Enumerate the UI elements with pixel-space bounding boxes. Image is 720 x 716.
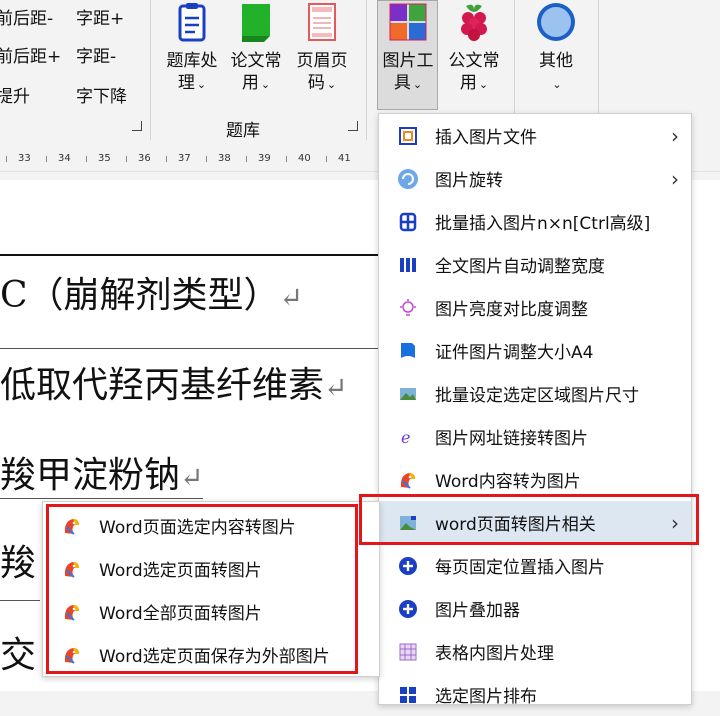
menu-item-insert-image[interactable]: 插入图片文件 › [379, 114, 691, 157]
menu-item-overlay[interactable]: 图片叠加器 [379, 587, 691, 630]
header-page-icon [308, 3, 336, 41]
menu-item-brightness[interactable]: 图片亮度对比度调整 [379, 286, 691, 329]
table-border [0, 600, 40, 601]
yemei-label2: 码 [307, 73, 325, 93]
highlight-box-submenu [46, 504, 358, 674]
yemei-button[interactable]: 页眉页 码 ⌄ [290, 0, 354, 96]
raspberry-icon [461, 4, 487, 41]
ruler-number: 41 [338, 153, 351, 164]
plus-circle-icon [397, 555, 419, 577]
circle-icon [537, 3, 575, 41]
id-photo-icon [397, 340, 419, 362]
auto-width-icon [397, 254, 419, 276]
menu-item-label: 插入图片文件 [435, 128, 537, 148]
menu-item-id-photo[interactable]: 证件图片调整大小A4 [379, 329, 691, 372]
url-image-icon: e [397, 426, 419, 448]
menu-item-batch-size[interactable]: 批量设定选定区域图片尺寸 [379, 372, 691, 415]
menu-item-label: Word内容转为图片 [435, 472, 581, 492]
ruler-number: 39 [258, 153, 271, 164]
front-spacing-decrease-button[interactable]: 前后距- [0, 4, 53, 29]
insert-image-icon [397, 125, 419, 147]
char-spacing-decrease-button[interactable]: 字距- [76, 42, 116, 67]
menu-item-arrange[interactable]: 选定图片排布 [379, 673, 691, 716]
lunwen-label2: 用 [241, 73, 259, 93]
chevron-down-icon: ⌄ [196, 78, 207, 91]
front-spacing-increase-button[interactable]: 前后距+ [0, 42, 61, 67]
menu-item-rotate[interactable]: 图片旋转 › [379, 157, 691, 200]
gongwen-label2: 用 [459, 73, 477, 93]
doc-line-5: 交 [0, 635, 37, 676]
chevron-down-icon: ⌄ [260, 78, 271, 91]
menu-item-label: 图片叠加器 [435, 601, 520, 621]
highlight-box-menu-item [359, 494, 699, 545]
menu-item-label: 图片网址链接转图片 [435, 429, 588, 449]
menu-item-label: 表格内图片处理 [435, 644, 554, 664]
ruler-number: 33 [18, 153, 31, 164]
tiku-label: 题库处 [166, 51, 218, 71]
menu-item-auto-width[interactable]: 全文图片自动调整宽度 [379, 243, 691, 286]
menu-item-label: 批量设定选定区域图片尺寸 [435, 386, 639, 406]
char-lower-button[interactable]: 字下降 [76, 82, 127, 107]
menu-item-batch-insert[interactable]: 批量插入图片n×n[Ctrl高级] [379, 200, 691, 243]
tupian-label2: 具 [393, 73, 411, 93]
rotate-icon [397, 168, 419, 190]
table-border [0, 348, 378, 349]
ruler-number: 35 [98, 153, 111, 164]
ruler-number: 40 [298, 153, 311, 164]
menu-item-fixed-insert[interactable]: 每页固定位置插入图片 [379, 544, 691, 587]
menu-item-label: 每页固定位置插入图片 [435, 558, 605, 578]
ruler-number: 34 [58, 153, 71, 164]
other-label: 其他 [539, 51, 573, 71]
image-size-icon [397, 383, 419, 405]
menu-item-table-image[interactable]: 表格内图片处理 [379, 630, 691, 673]
grid-insert-icon [397, 211, 419, 233]
windows-icon [397, 684, 419, 706]
doc-line-2: 低取代羟丙基纤维素↵ [0, 365, 348, 406]
group-launcher-icon[interactable] [132, 121, 142, 131]
table-image-icon [397, 641, 419, 663]
paper-icon [242, 4, 270, 42]
menu-item-label: 图片亮度对比度调整 [435, 300, 588, 320]
menu-item-label: 选定图片排布 [435, 687, 537, 707]
ruler-number: 38 [218, 153, 231, 164]
chevron-right-icon: › [671, 167, 679, 191]
lunwen-label: 论文常 [230, 51, 282, 71]
tupian-tools-button[interactable]: 图片工 具 ⌄ [376, 0, 440, 96]
parrot-icon [397, 469, 419, 491]
chevron-down-icon: ⌄ [478, 78, 489, 91]
image-tools-icon [389, 3, 427, 41]
doc-line-1: C（崩解剂类型）↵ [0, 275, 304, 316]
ruler-number: 37 [178, 153, 191, 164]
menu-item-label: 证件图片调整大小A4 [435, 343, 594, 363]
ruler-number: 36 [138, 153, 151, 164]
image-tools-menu: 插入图片文件 › 图片旋转 › 批量插入图片n×n[Ctrl高级] 全文图片自动… [378, 113, 692, 707]
table-border [0, 254, 378, 256]
lunwen-button[interactable]: 论文常 用 ⌄ [224, 0, 288, 96]
tupian-label: 图片工 [382, 51, 434, 71]
menu-item-url-image[interactable]: e 图片网址链接转图片 [379, 415, 691, 458]
raise-button[interactable]: 提升 [0, 82, 30, 107]
chevron-down-icon: ⌄ [552, 78, 562, 91]
menu-item-label: 图片旋转 [435, 171, 503, 191]
chevron-down-icon: ⌄ [326, 78, 337, 91]
group-label: 题库 [226, 121, 260, 141]
doc-line-4: 羧 [0, 543, 37, 584]
gongwen-button[interactable]: 公文常 用 ⌄ [442, 0, 506, 96]
chevron-down-icon: ⌄ [412, 78, 423, 91]
tiku-label2: 理 [177, 73, 195, 93]
menu-item-label: 批量插入图片n×n[Ctrl高级] [435, 214, 651, 234]
svg-text:e: e [401, 428, 410, 447]
yemei-label: 页眉页 [296, 51, 348, 71]
clipboard-icon [178, 3, 206, 42]
gongwen-label: 公文常 [448, 51, 500, 71]
tiku-button[interactable]: 题库处 理 ⌄ [160, 0, 224, 96]
doc-line-3: 羧甲淀粉钠↵ [0, 446, 204, 499]
group-launcher-icon[interactable] [348, 121, 358, 131]
plus-circle-icon [397, 598, 419, 620]
other-button[interactable]: 其他 ⌄ [524, 0, 588, 96]
char-spacing-increase-button[interactable]: 字距+ [76, 4, 124, 29]
chevron-right-icon: › [671, 124, 679, 148]
menu-item-label: 全文图片自动调整宽度 [435, 257, 605, 277]
brightness-icon [397, 297, 419, 319]
